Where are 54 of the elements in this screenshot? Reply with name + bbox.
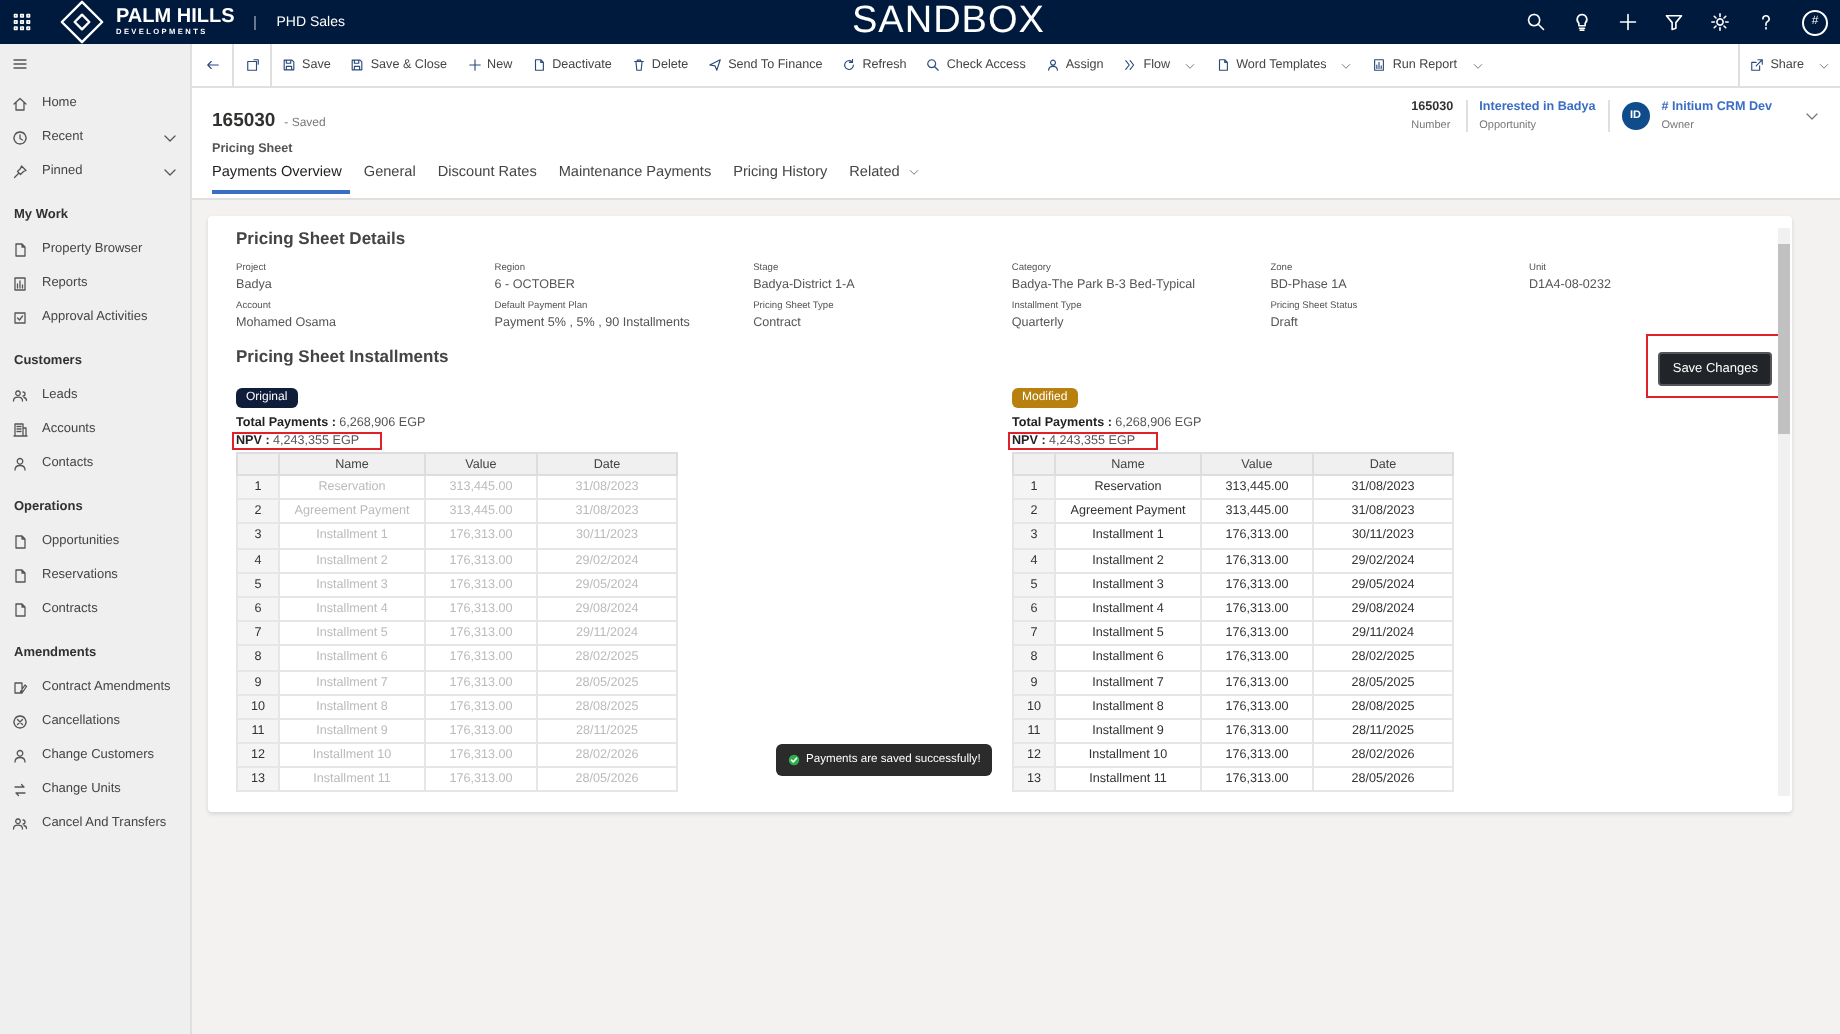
person-icon	[12, 747, 28, 763]
chart-icon	[12, 275, 28, 291]
chevron-icon	[907, 165, 920, 177]
search-icon[interactable]	[1526, 12, 1546, 32]
column-header	[237, 453, 279, 475]
check-circle-icon	[788, 754, 800, 766]
settings-icon[interactable]	[1710, 12, 1730, 32]
chevron-icon[interactable]	[1804, 108, 1820, 124]
document-icon	[12, 241, 28, 257]
search-icon	[926, 58, 941, 72]
document-icon	[12, 533, 28, 549]
chart-icon	[1372, 58, 1387, 72]
chevron-icon	[1340, 59, 1353, 71]
cancel-icon	[12, 713, 28, 729]
document-icon	[12, 601, 28, 617]
column-header	[1013, 453, 1055, 475]
send-icon	[708, 58, 723, 72]
chevron-icon	[1471, 59, 1484, 71]
filter-icon[interactable]	[1664, 12, 1684, 32]
section-title: Pricing Sheet Details	[236, 228, 408, 248]
clock-icon	[12, 129, 28, 145]
document-icon	[532, 58, 547, 72]
person-icon	[12, 455, 28, 471]
double-chevron-icon	[1123, 58, 1138, 72]
people-icon	[12, 387, 28, 403]
chevron-icon	[1184, 59, 1197, 71]
swap-icon	[12, 781, 28, 797]
document-edit-icon	[12, 679, 28, 695]
document-icon	[12, 567, 28, 583]
chevron-icon	[1818, 59, 1830, 71]
building-icon	[12, 421, 28, 437]
app-launcher-icon[interactable]	[12, 12, 32, 32]
environment-label: SANDBOX	[852, 0, 1045, 44]
brand-name: PALM HILLS	[116, 7, 235, 28]
document-icon	[1216, 58, 1231, 72]
plus-icon[interactable]	[1618, 12, 1638, 32]
plus-icon	[467, 58, 482, 72]
save-icon	[282, 58, 296, 72]
pin-icon	[12, 163, 28, 179]
help-icon[interactable]	[1756, 12, 1776, 32]
section-title: Pricing Sheet Installments	[236, 345, 449, 365]
lightbulb-icon[interactable]	[1572, 12, 1592, 32]
save-icon	[350, 58, 365, 72]
person-icon	[1045, 58, 1060, 72]
share-icon	[1750, 58, 1765, 72]
scrollbar[interactable]	[1778, 228, 1790, 796]
menu-icon[interactable]	[12, 56, 28, 72]
checklist-icon	[12, 309, 28, 325]
diamond-logo-icon	[60, 0, 104, 44]
people-icon	[12, 815, 28, 831]
house-icon	[12, 95, 28, 111]
trash-icon	[631, 58, 646, 72]
refresh-icon	[842, 58, 857, 72]
record-id: 165030	[212, 110, 276, 132]
